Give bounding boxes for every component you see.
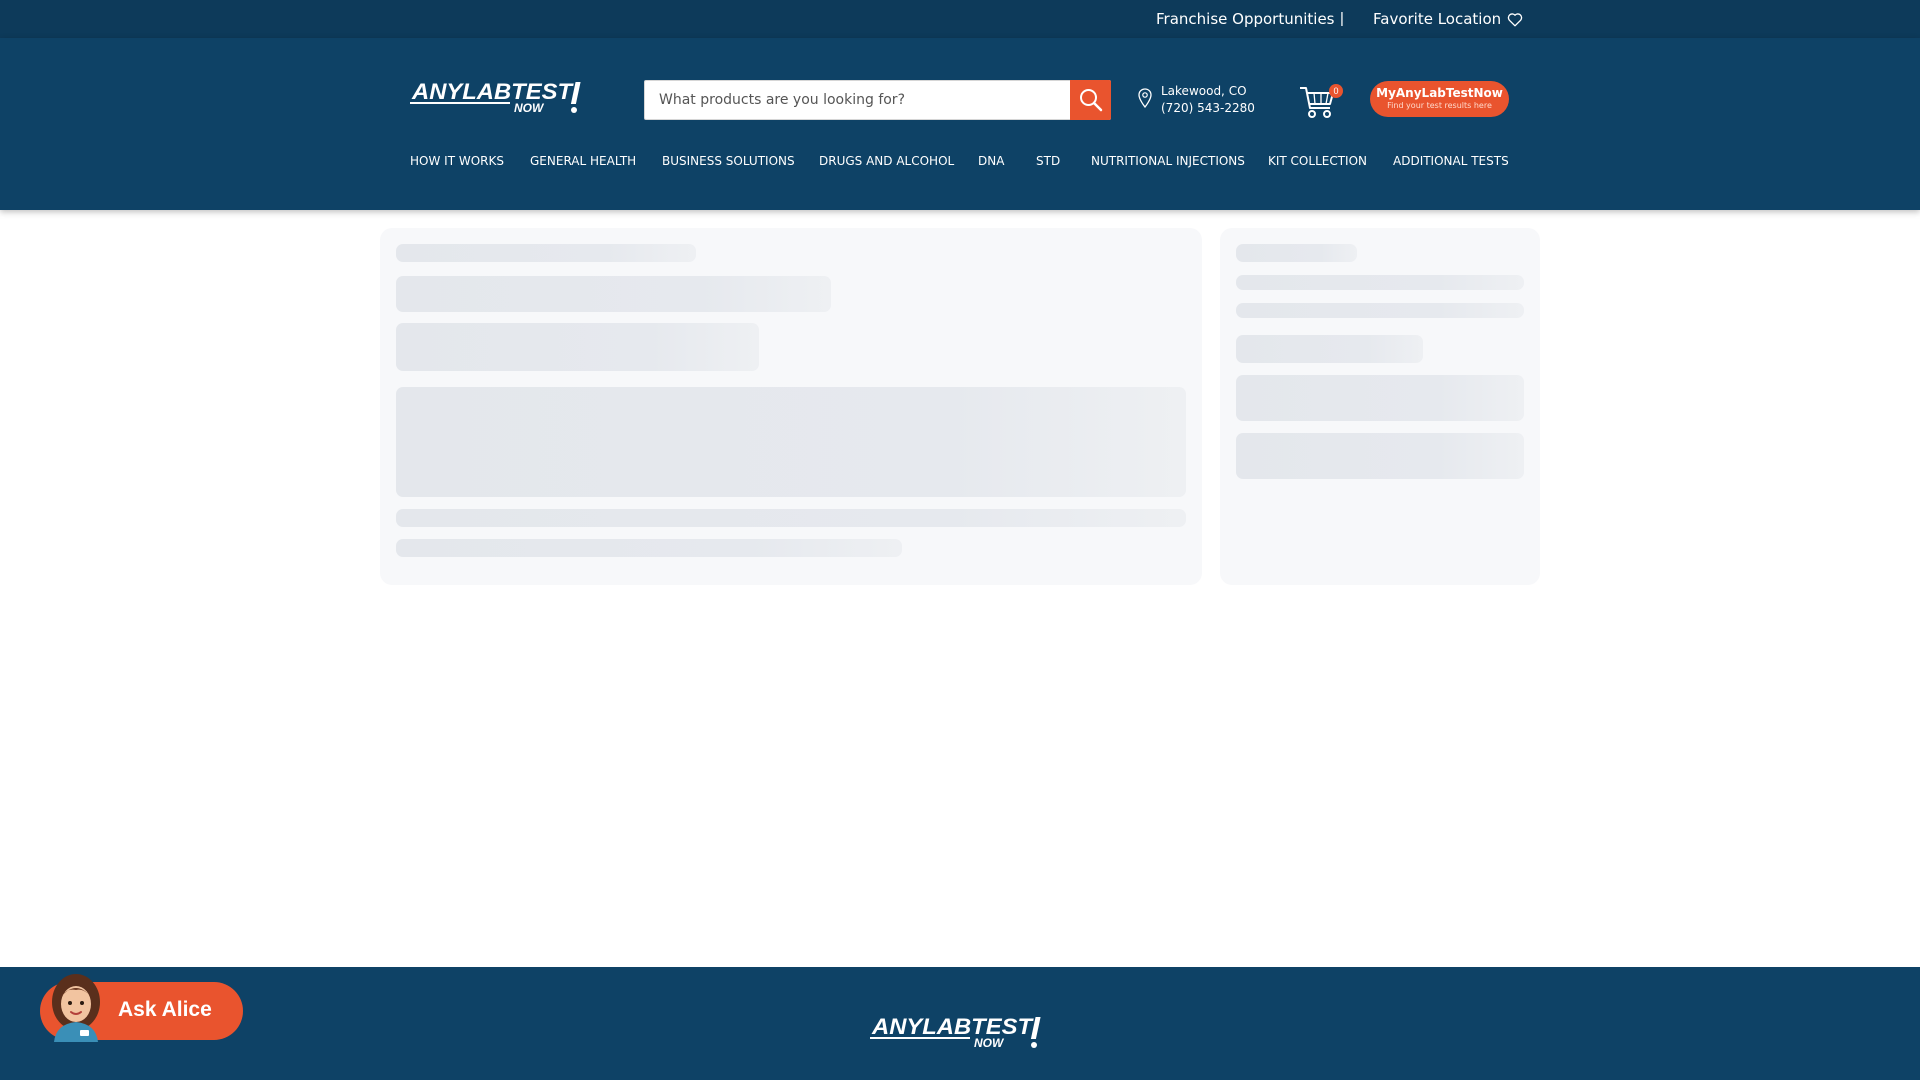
- nav-dna[interactable]: DNA: [978, 154, 1004, 168]
- sidebar-skeleton: [1220, 228, 1540, 585]
- skeleton-sidebar-line: [1236, 275, 1524, 290]
- favorite-location-link[interactable]: Favorite Location: [1373, 10, 1523, 28]
- topbar-divider: |: [1340, 10, 1344, 27]
- skeleton-title: [396, 276, 831, 312]
- skeleton-sidebar-button: [1236, 375, 1524, 421]
- footer-logo[interactable]: ANYLABTEST NOW: [870, 1015, 1050, 1049]
- nav-how-it-works[interactable]: HOW IT WORKS: [410, 154, 504, 168]
- my-anylabtestnow-subtitle: Find your test results here: [1387, 101, 1492, 110]
- my-anylabtestnow-button[interactable]: MyAnyLabTestNow Find your test results h…: [1370, 81, 1509, 117]
- skeleton-text-line: [396, 509, 1186, 527]
- cart-button[interactable]: 0: [1298, 84, 1343, 120]
- skeleton-sidebar-line: [1236, 303, 1524, 318]
- nav-kit-collection[interactable]: KIT COLLECTION: [1268, 154, 1367, 168]
- skeleton-breadcrumb: [396, 244, 696, 262]
- search-button[interactable]: [1070, 80, 1111, 120]
- location-phone[interactable]: (720) 543-2280: [1161, 100, 1255, 117]
- store-location[interactable]: Lakewood, CO (720) 543-2280: [1138, 83, 1255, 117]
- nav-general-health[interactable]: GENERAL HEALTH: [530, 154, 636, 168]
- location-pin-icon: [1138, 88, 1152, 108]
- my-anylabtestnow-title: MyAnyLabTestNow: [1376, 86, 1503, 100]
- skeleton-text-line: [396, 539, 902, 557]
- site-footer: ANYLABTEST NOW: [0, 967, 1920, 1080]
- top-bar: Franchise Opportunities | Favorite Locat…: [0, 0, 1920, 38]
- nav-std[interactable]: STD: [1036, 154, 1060, 168]
- nav-business-solutions[interactable]: BUSINESS SOLUTIONS: [662, 154, 795, 168]
- franchise-opportunities-link[interactable]: Franchise Opportunities: [1156, 10, 1334, 28]
- search-icon: [1079, 89, 1102, 112]
- search-bar: [644, 80, 1111, 120]
- svg-text:NOW: NOW: [514, 101, 545, 114]
- nav-nutritional-injections[interactable]: NUTRITIONAL INJECTIONS: [1091, 154, 1245, 168]
- search-input[interactable]: [645, 81, 1070, 119]
- skeleton-sidebar-button: [1236, 433, 1524, 479]
- svg-text:NOW: NOW: [974, 1036, 1005, 1049]
- nav-drugs-and-alcohol[interactable]: DRUGS AND ALCOHOL: [819, 154, 954, 168]
- main-content-skeleton: [380, 228, 1202, 585]
- skeleton-subtitle: [396, 323, 759, 371]
- svg-text:ANYLABTEST: ANYLABTEST: [411, 80, 574, 104]
- skeleton-content-block: [396, 387, 1186, 497]
- location-city: Lakewood, CO: [1161, 84, 1247, 98]
- favorite-location-label: Favorite Location: [1373, 10, 1502, 28]
- ask-alice-label: Ask Alice: [118, 998, 212, 1021]
- anylabtestnow-logo[interactable]: ANYLABTEST NOW: [410, 80, 590, 114]
- alice-avatar-icon: [52, 974, 100, 1042]
- ask-alice-chat-button[interactable]: Ask Alice: [40, 974, 243, 1042]
- nav-additional-tests[interactable]: ADDITIONAL TESTS: [1393, 154, 1509, 168]
- site-header: ANYLABTEST NOW Lakewood, CO (720) 543-22…: [0, 38, 1920, 210]
- cart-count-badge: 0: [1329, 84, 1343, 98]
- skeleton-sidebar-heading: [1236, 244, 1357, 262]
- heart-icon: [1507, 12, 1523, 26]
- svg-text:ANYLABTEST: ANYLABTEST: [871, 1015, 1034, 1039]
- skeleton-sidebar-price: [1236, 335, 1423, 363]
